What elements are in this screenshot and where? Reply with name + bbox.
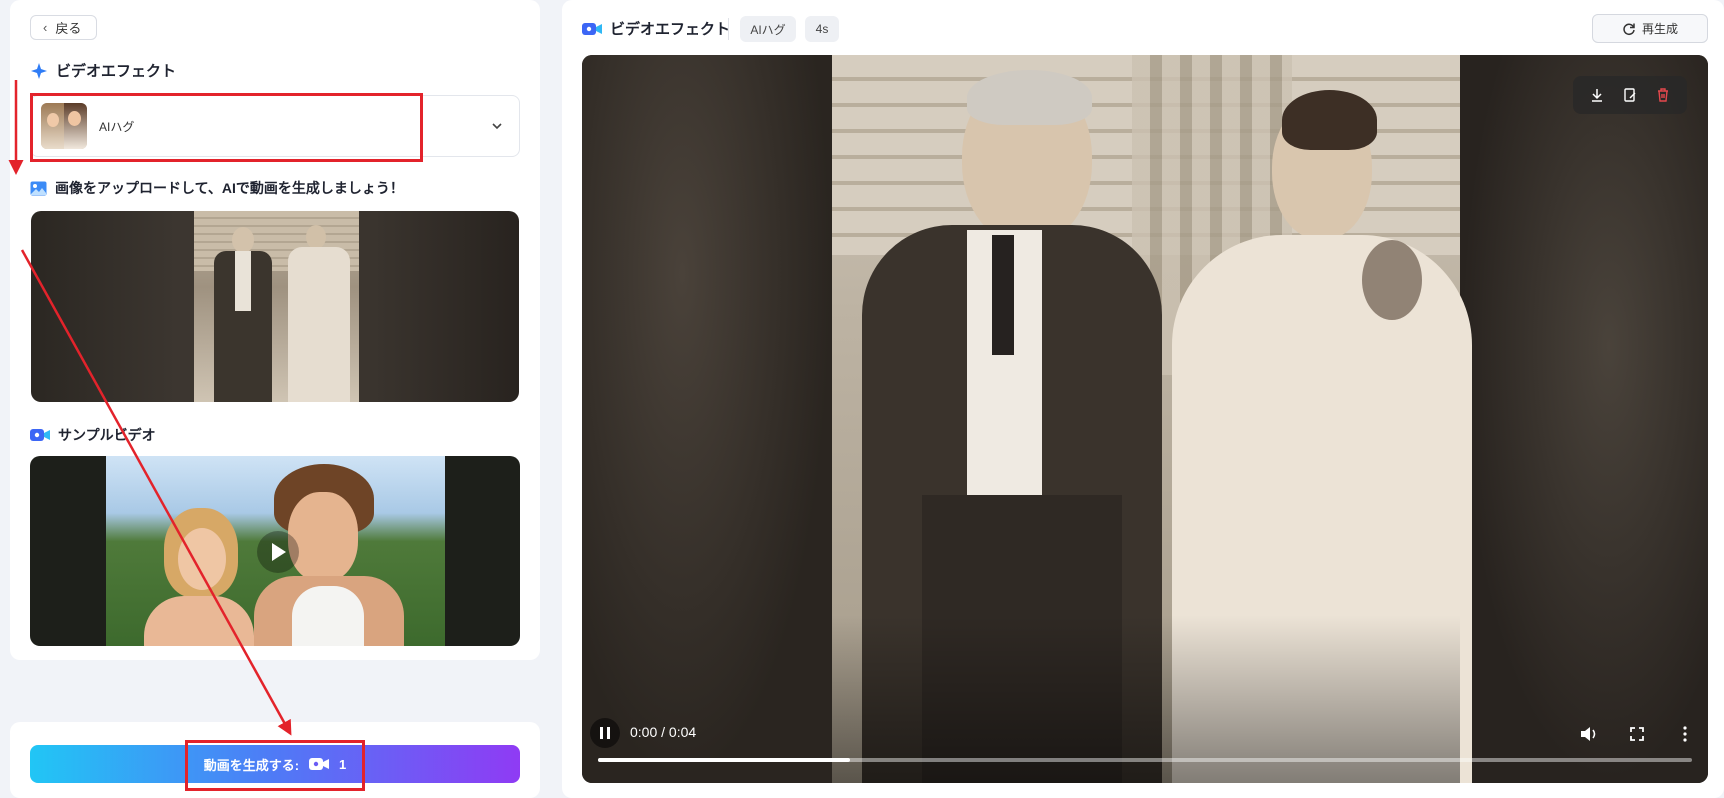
result-video-player[interactable] bbox=[582, 55, 1708, 783]
delete-icon[interactable] bbox=[1655, 87, 1671, 103]
sample-section-title: サンプルビデオ bbox=[58, 427, 156, 443]
pause-button[interactable] bbox=[590, 718, 620, 748]
effect-section-title: ビデオエフェクト bbox=[56, 63, 177, 80]
sample-play-button[interactable] bbox=[257, 531, 299, 573]
play-icon bbox=[269, 542, 287, 562]
progress-fill bbox=[598, 758, 850, 762]
edit-icon[interactable] bbox=[1622, 87, 1638, 103]
selected-effect-label: AIハグ bbox=[99, 119, 135, 134]
video-camera-icon bbox=[582, 22, 602, 36]
uploaded-image-preview[interactable] bbox=[31, 211, 519, 402]
blurred-side-right bbox=[1460, 55, 1708, 783]
generate-label: 動画を生成する: bbox=[203, 757, 300, 773]
upload-prompt: 画像をアップロードして、AIで動画を生成しましょう！ bbox=[55, 180, 404, 196]
blurred-side-left bbox=[582, 55, 832, 783]
refresh-icon bbox=[1622, 22, 1636, 36]
uploaded-photo bbox=[194, 211, 359, 402]
generate-credits: 1 bbox=[339, 756, 347, 772]
video-camera-icon bbox=[309, 757, 330, 771]
chevron-down-icon bbox=[491, 120, 503, 132]
duration-tag: 4s bbox=[805, 16, 839, 42]
playback-time: 0:00 / 0:04 bbox=[630, 724, 697, 740]
effect-section-heading: ビデオエフェクト bbox=[30, 60, 176, 81]
sparkle-icon bbox=[30, 62, 48, 80]
upload-heading: 画像をアップロードして、AIで動画を生成しましょう！ bbox=[30, 178, 404, 198]
more-options-icon[interactable] bbox=[1682, 726, 1688, 742]
fullscreen-icon[interactable] bbox=[1630, 727, 1644, 741]
header-divider bbox=[728, 18, 729, 40]
effect-dropdown[interactable]: AIハグ bbox=[30, 95, 520, 157]
image-icon bbox=[30, 181, 47, 196]
regenerate-button[interactable]: 再生成 bbox=[1592, 14, 1708, 43]
generate-video-button[interactable]: 動画を生成する: 1 bbox=[30, 745, 520, 783]
video-frame bbox=[832, 55, 1472, 783]
back-label: 戻る bbox=[55, 21, 82, 36]
download-icon[interactable] bbox=[1589, 87, 1605, 103]
video-action-toolbar bbox=[1573, 76, 1687, 114]
video-camera-icon bbox=[30, 428, 50, 442]
result-title: ビデオエフェクト bbox=[610, 21, 731, 38]
effect-thumbnail bbox=[41, 103, 87, 149]
volume-icon[interactable] bbox=[1580, 726, 1598, 742]
pause-icon bbox=[599, 726, 611, 740]
effect-tag: AIハグ bbox=[740, 16, 796, 42]
result-header: ビデオエフェクト bbox=[582, 18, 730, 39]
sample-heading: サンプルビデオ bbox=[30, 425, 156, 445]
sample-video[interactable] bbox=[30, 456, 520, 646]
regenerate-label: 再生成 bbox=[1641, 22, 1678, 36]
chevron-left-icon: ‹ bbox=[43, 20, 48, 35]
back-button[interactable]: ‹ 戻る bbox=[30, 15, 97, 40]
